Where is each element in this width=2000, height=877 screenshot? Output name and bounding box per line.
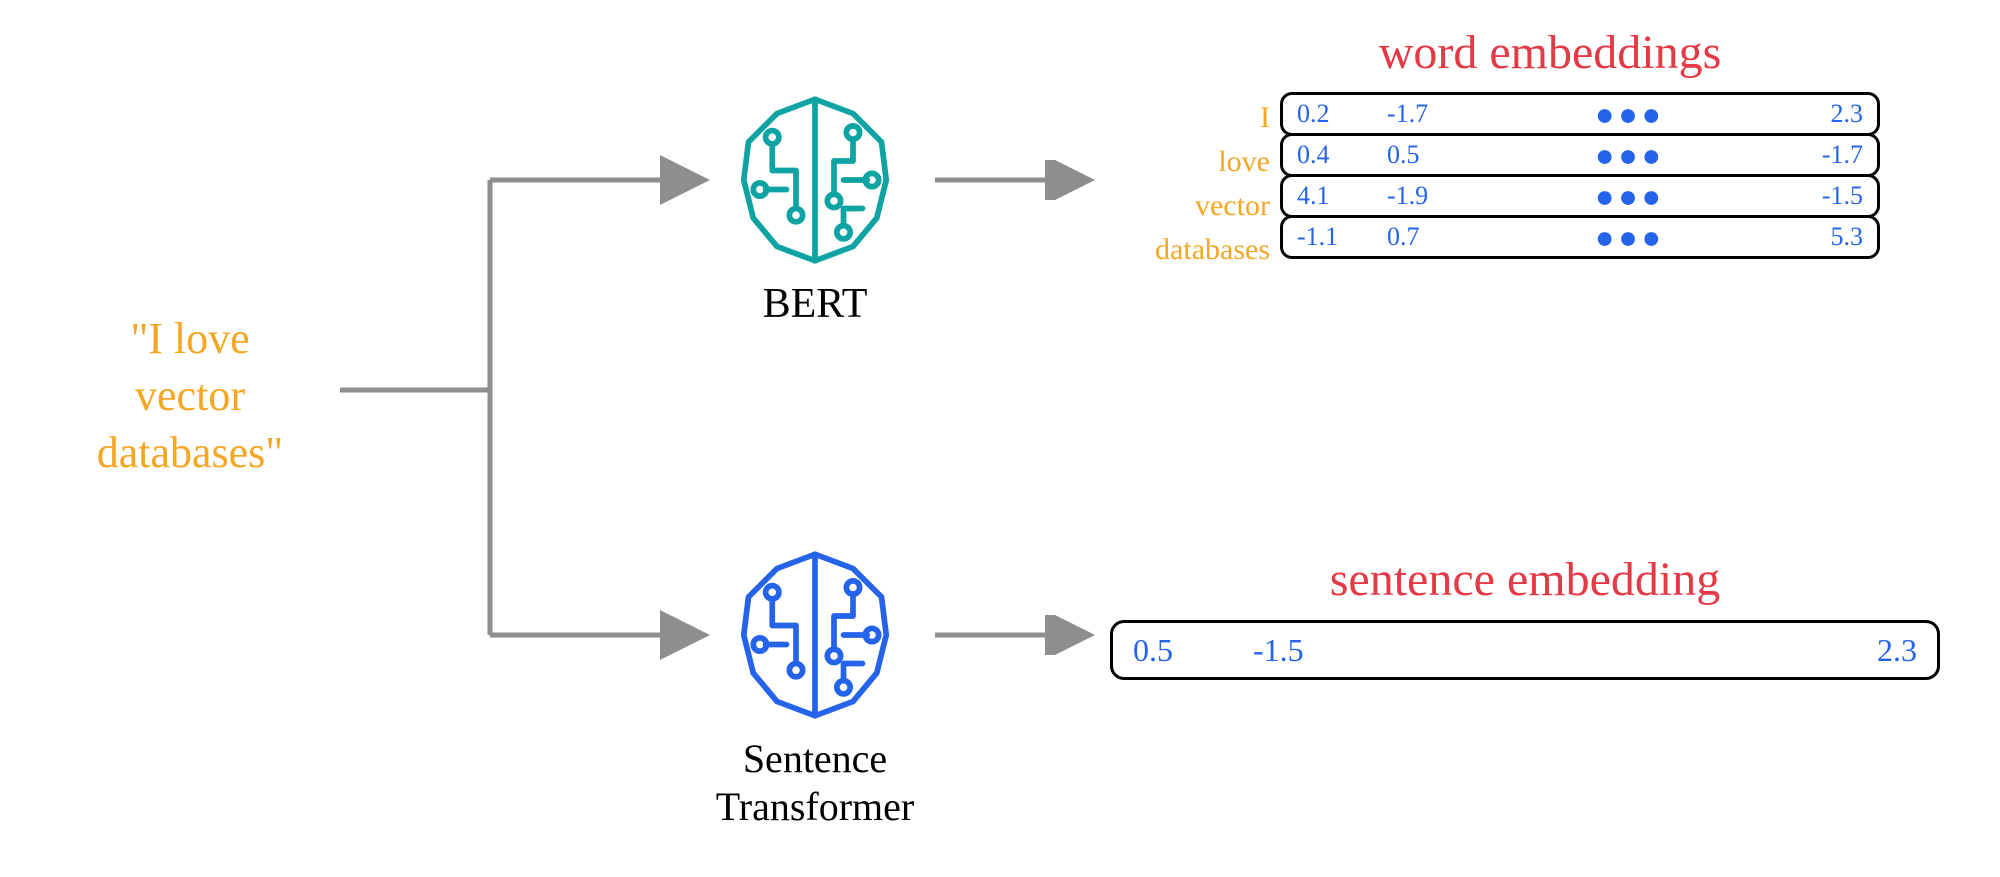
ellipsis-icon: ●●● [1477, 96, 1783, 133]
input-line-2: vector [40, 367, 340, 424]
cell: -1.1 [1297, 222, 1387, 252]
matrix-row-3: -1.1 0.7 ●●● 5.3 [1280, 215, 1880, 259]
word-embeddings-matrix: 0.2 -1.7 ●●● 2.3 0.4 0.5 ●●● -1.7 4.1 -1… [1280, 92, 1880, 256]
word-label-3: databases [1110, 228, 1270, 272]
cell: -1.9 [1387, 181, 1477, 211]
word-label-1: love [1110, 140, 1270, 184]
word-embeddings-labels: I love vector databases [1110, 96, 1270, 272]
bert-label: BERT [720, 280, 910, 328]
cell: 0.4 [1297, 140, 1387, 170]
ellipsis-icon: ●●● [1477, 178, 1783, 215]
cell: 0.7 [1387, 222, 1477, 252]
input-line-3: databases" [40, 424, 340, 481]
word-label-0: I [1110, 96, 1270, 140]
ellipsis-icon: ●●● [1477, 137, 1783, 174]
st-label-line-1: Sentence [670, 735, 960, 783]
matrix-row-1: 0.4 0.5 ●●● -1.7 [1280, 133, 1880, 177]
cell: 0.2 [1297, 99, 1387, 129]
ellipsis-icon: ●●● [1477, 219, 1783, 256]
matrix-row-2: 4.1 -1.9 ●●● -1.5 [1280, 174, 1880, 218]
cell: 4.1 [1297, 181, 1387, 211]
word-embeddings-title: word embeddings [1200, 25, 1900, 80]
arrow-st-output [930, 615, 1110, 655]
cell: 2.3 [1817, 632, 1917, 669]
input-line-1: "I love [40, 310, 340, 367]
input-sentence: "I love vector databases" [40, 310, 340, 482]
cell: 0.5 [1387, 140, 1477, 170]
st-label-line-2: Transformer [670, 783, 960, 831]
cell: 5.3 [1783, 222, 1863, 252]
word-label-2: vector [1110, 184, 1270, 228]
sentence-embedding-title: sentence embedding [1100, 552, 1950, 607]
branch-arrows [310, 100, 740, 660]
sentence-transformer-label: Sentence Transformer [670, 735, 960, 831]
cell: 2.3 [1783, 99, 1863, 129]
sentence-embedding-vector: 0.5 -1.5 2.3 [1110, 620, 1940, 680]
bert-brain-icon [720, 85, 910, 275]
cell: 0.5 [1133, 632, 1253, 669]
sentence-transformer-brain-icon [720, 540, 910, 730]
arrow-bert-output [930, 160, 1110, 200]
cell: -1.7 [1387, 99, 1477, 129]
cell: -1.5 [1783, 181, 1863, 211]
matrix-row-0: 0.2 -1.7 ●●● 2.3 [1280, 92, 1880, 136]
cell: -1.5 [1253, 632, 1373, 669]
cell: -1.7 [1783, 140, 1863, 170]
